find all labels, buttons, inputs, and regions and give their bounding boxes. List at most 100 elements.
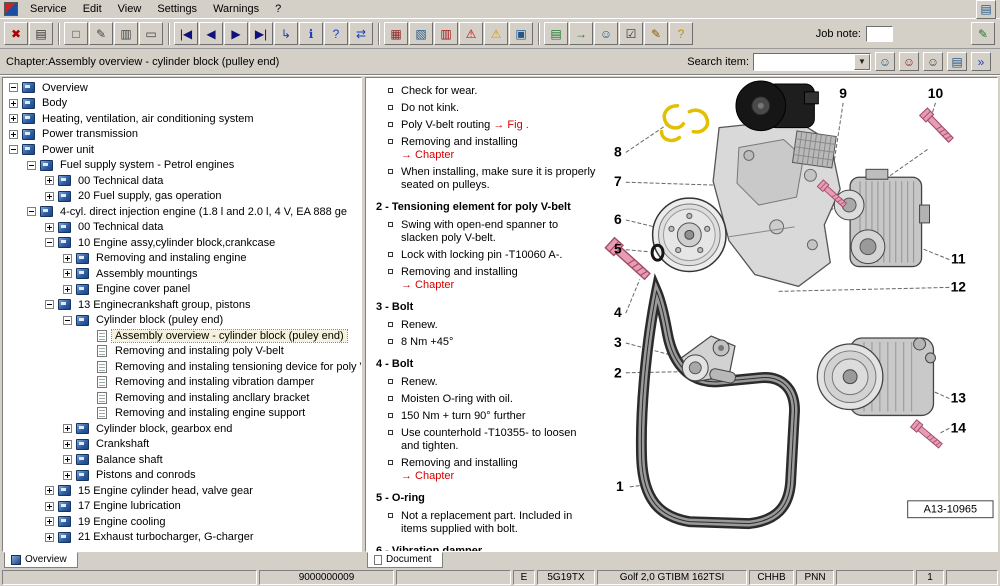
tree-item[interactable]: Removing and instaling ancllary bracket <box>3 390 361 406</box>
collapse-minus-icon[interactable] <box>9 83 18 93</box>
tree-item[interactable]: Removing and instaling engine <box>3 251 361 267</box>
tree-item[interactable]: Cylinder block, gearbox end <box>3 421 361 437</box>
tab-document[interactable]: Document <box>367 552 443 568</box>
person-forward-button[interactable]: ☺ <box>923 52 943 71</box>
expand-plus-icon[interactable] <box>63 269 72 279</box>
collapse-minus-icon[interactable] <box>27 160 36 170</box>
tree-item[interactable]: 10 Engine assy,cylinder block,crankcase <box>3 235 361 251</box>
tree-item[interactable]: 13 Enginecrankshaft group, pistons <box>3 297 361 313</box>
notes-button[interactable]: ✎ <box>971 22 995 45</box>
new-document-button[interactable]: □ <box>64 22 88 45</box>
menu-warnings[interactable]: Warnings <box>205 1 267 17</box>
planner-button[interactable]: ✎ <box>644 22 668 45</box>
hazard-warning-button[interactable]: ⚠ <box>459 22 483 45</box>
exit-button[interactable]: ✖ <box>4 22 28 45</box>
history-return-button[interactable]: ↳ <box>274 22 298 45</box>
tree-item[interactable]: 00 Technical data <box>3 220 361 236</box>
context-help-button[interactable]: ▤ <box>976 0 996 19</box>
expand-plus-icon[interactable] <box>9 98 18 108</box>
tree-item[interactable]: Crankshaft <box>3 437 361 453</box>
expand-plus-icon[interactable] <box>63 424 72 434</box>
swap-windows-button[interactable]: ⇄ <box>349 22 373 45</box>
menu-edit[interactable]: Edit <box>75 1 110 17</box>
go-last-button[interactable]: ▶| <box>249 22 273 45</box>
document-link[interactable]: → Chapter <box>401 149 454 161</box>
modules-button[interactable]: ▦ <box>384 22 408 45</box>
expand-plus-icon[interactable] <box>63 470 72 480</box>
expand-plus-icon[interactable] <box>45 222 54 232</box>
document-link[interactable]: → Chapter <box>401 279 454 291</box>
monitor-button[interactable]: ▣ <box>509 22 533 45</box>
tree-item[interactable]: Cylinder block (puley end) <box>3 313 361 329</box>
tree-item[interactable]: 15 Engine cylinder head, valve gear <box>3 483 361 499</box>
tree-item[interactable]: Power unit <box>3 142 361 158</box>
expand-plus-icon[interactable] <box>45 176 54 186</box>
chevron-down-icon[interactable]: ▼ <box>854 53 870 70</box>
help-button[interactable]: ? <box>324 22 348 45</box>
edit-document-button[interactable]: ✎ <box>89 22 113 45</box>
go-first-button[interactable]: |◀ <box>174 22 198 45</box>
tree-item[interactable]: Fuel supply system - Petrol engines <box>3 158 361 174</box>
expand-plus-icon[interactable] <box>63 284 72 294</box>
person-search-button[interactable]: ☺ <box>875 52 895 71</box>
tree-item[interactable]: Heating, ventilation, air conditioning s… <box>3 111 361 127</box>
expand-plus-icon[interactable] <box>9 129 18 139</box>
tree-item[interactable]: 20 Fuel supply, gas operation <box>3 189 361 205</box>
collapse-minus-icon[interactable] <box>45 300 54 310</box>
expand-plus-icon[interactable] <box>63 455 72 465</box>
tree-item[interactable]: 21 Exhaust turbocharger, G-charger <box>3 530 361 546</box>
tree-item[interactable]: Removing and instaling vibration damper <box>3 375 361 391</box>
menu-help[interactable]: ? <box>267 1 289 17</box>
tree-item[interactable]: 17 Engine lubrication <box>3 499 361 515</box>
info-button[interactable]: ℹ <box>299 22 323 45</box>
tree-item[interactable]: Engine cover panel <box>3 282 361 298</box>
tree-item[interactable]: Removing and instaling tensioning device… <box>3 359 361 375</box>
tree-item[interactable]: 00 Technical data <box>3 173 361 189</box>
document-link[interactable]: → Chapter <box>401 470 454 482</box>
expand-plus-icon[interactable] <box>45 501 54 511</box>
expand-plus-icon[interactable] <box>9 114 18 124</box>
tree-item[interactable]: Body <box>3 96 361 112</box>
tree-item[interactable]: Assembly overview - cylinder block (pule… <box>3 328 361 344</box>
print-button[interactable]: ▤ <box>29 22 53 45</box>
tree-item[interactable]: Removing and instaling poly V-belt <box>3 344 361 360</box>
result-list-button[interactable]: ▤ <box>947 52 967 71</box>
person-back-button[interactable]: ☺ <box>899 52 919 71</box>
menu-view[interactable]: View <box>110 1 150 17</box>
go-next-button[interactable]: ▶ <box>224 22 248 45</box>
service-warning-button[interactable]: ⚠ <box>484 22 508 45</box>
expand-plus-icon[interactable] <box>63 439 72 449</box>
tree-item[interactable]: Pistons and conrods <box>3 468 361 484</box>
vehicle-history-button[interactable]: → <box>569 22 593 45</box>
copy-pages-button[interactable]: ▥ <box>114 22 138 45</box>
customer-button[interactable]: ☺ <box>594 22 618 45</box>
expand-plus-icon[interactable] <box>45 191 54 201</box>
manuals-button[interactable]: ▥ <box>434 22 458 45</box>
collapse-minus-icon[interactable] <box>45 238 54 248</box>
vehicle-data-button[interactable]: ▭ <box>139 22 163 45</box>
search-item-combo[interactable]: ▼ <box>753 52 871 71</box>
tab-overview[interactable]: Overview <box>4 552 78 568</box>
menu-settings[interactable]: Settings <box>149 1 205 17</box>
collapse-minus-icon[interactable] <box>9 145 18 155</box>
tree-item[interactable]: Removing and instaling engine support <box>3 406 361 422</box>
tree-item[interactable]: Assembly mountings <box>3 266 361 282</box>
document-link[interactable]: → Fig . <box>493 119 528 131</box>
expand-plus-icon[interactable] <box>63 253 72 263</box>
jump-to-button[interactable]: » <box>971 52 991 71</box>
query-button[interactable]: ? <box>669 22 693 45</box>
menu-service[interactable]: Service <box>22 1 75 17</box>
tree-item[interactable]: 4-cyl. direct injection engine (1.8 l an… <box>3 204 361 220</box>
expand-plus-icon[interactable] <box>45 532 54 542</box>
expand-plus-icon[interactable] <box>45 517 54 527</box>
expand-plus-icon[interactable] <box>45 486 54 496</box>
index-cards-button[interactable]: ▧ <box>409 22 433 45</box>
collapse-minus-icon[interactable] <box>27 207 36 217</box>
tree-item[interactable]: 19 Engine cooling <box>3 514 361 530</box>
collapse-minus-icon[interactable] <box>63 315 72 325</box>
checklist-button[interactable]: ☑ <box>619 22 643 45</box>
service-book-button[interactable]: ▤ <box>544 22 568 45</box>
go-previous-button[interactable]: ◀ <box>199 22 223 45</box>
tree-item[interactable]: Power transmission <box>3 127 361 143</box>
tree-item[interactable]: Overview <box>3 80 361 96</box>
